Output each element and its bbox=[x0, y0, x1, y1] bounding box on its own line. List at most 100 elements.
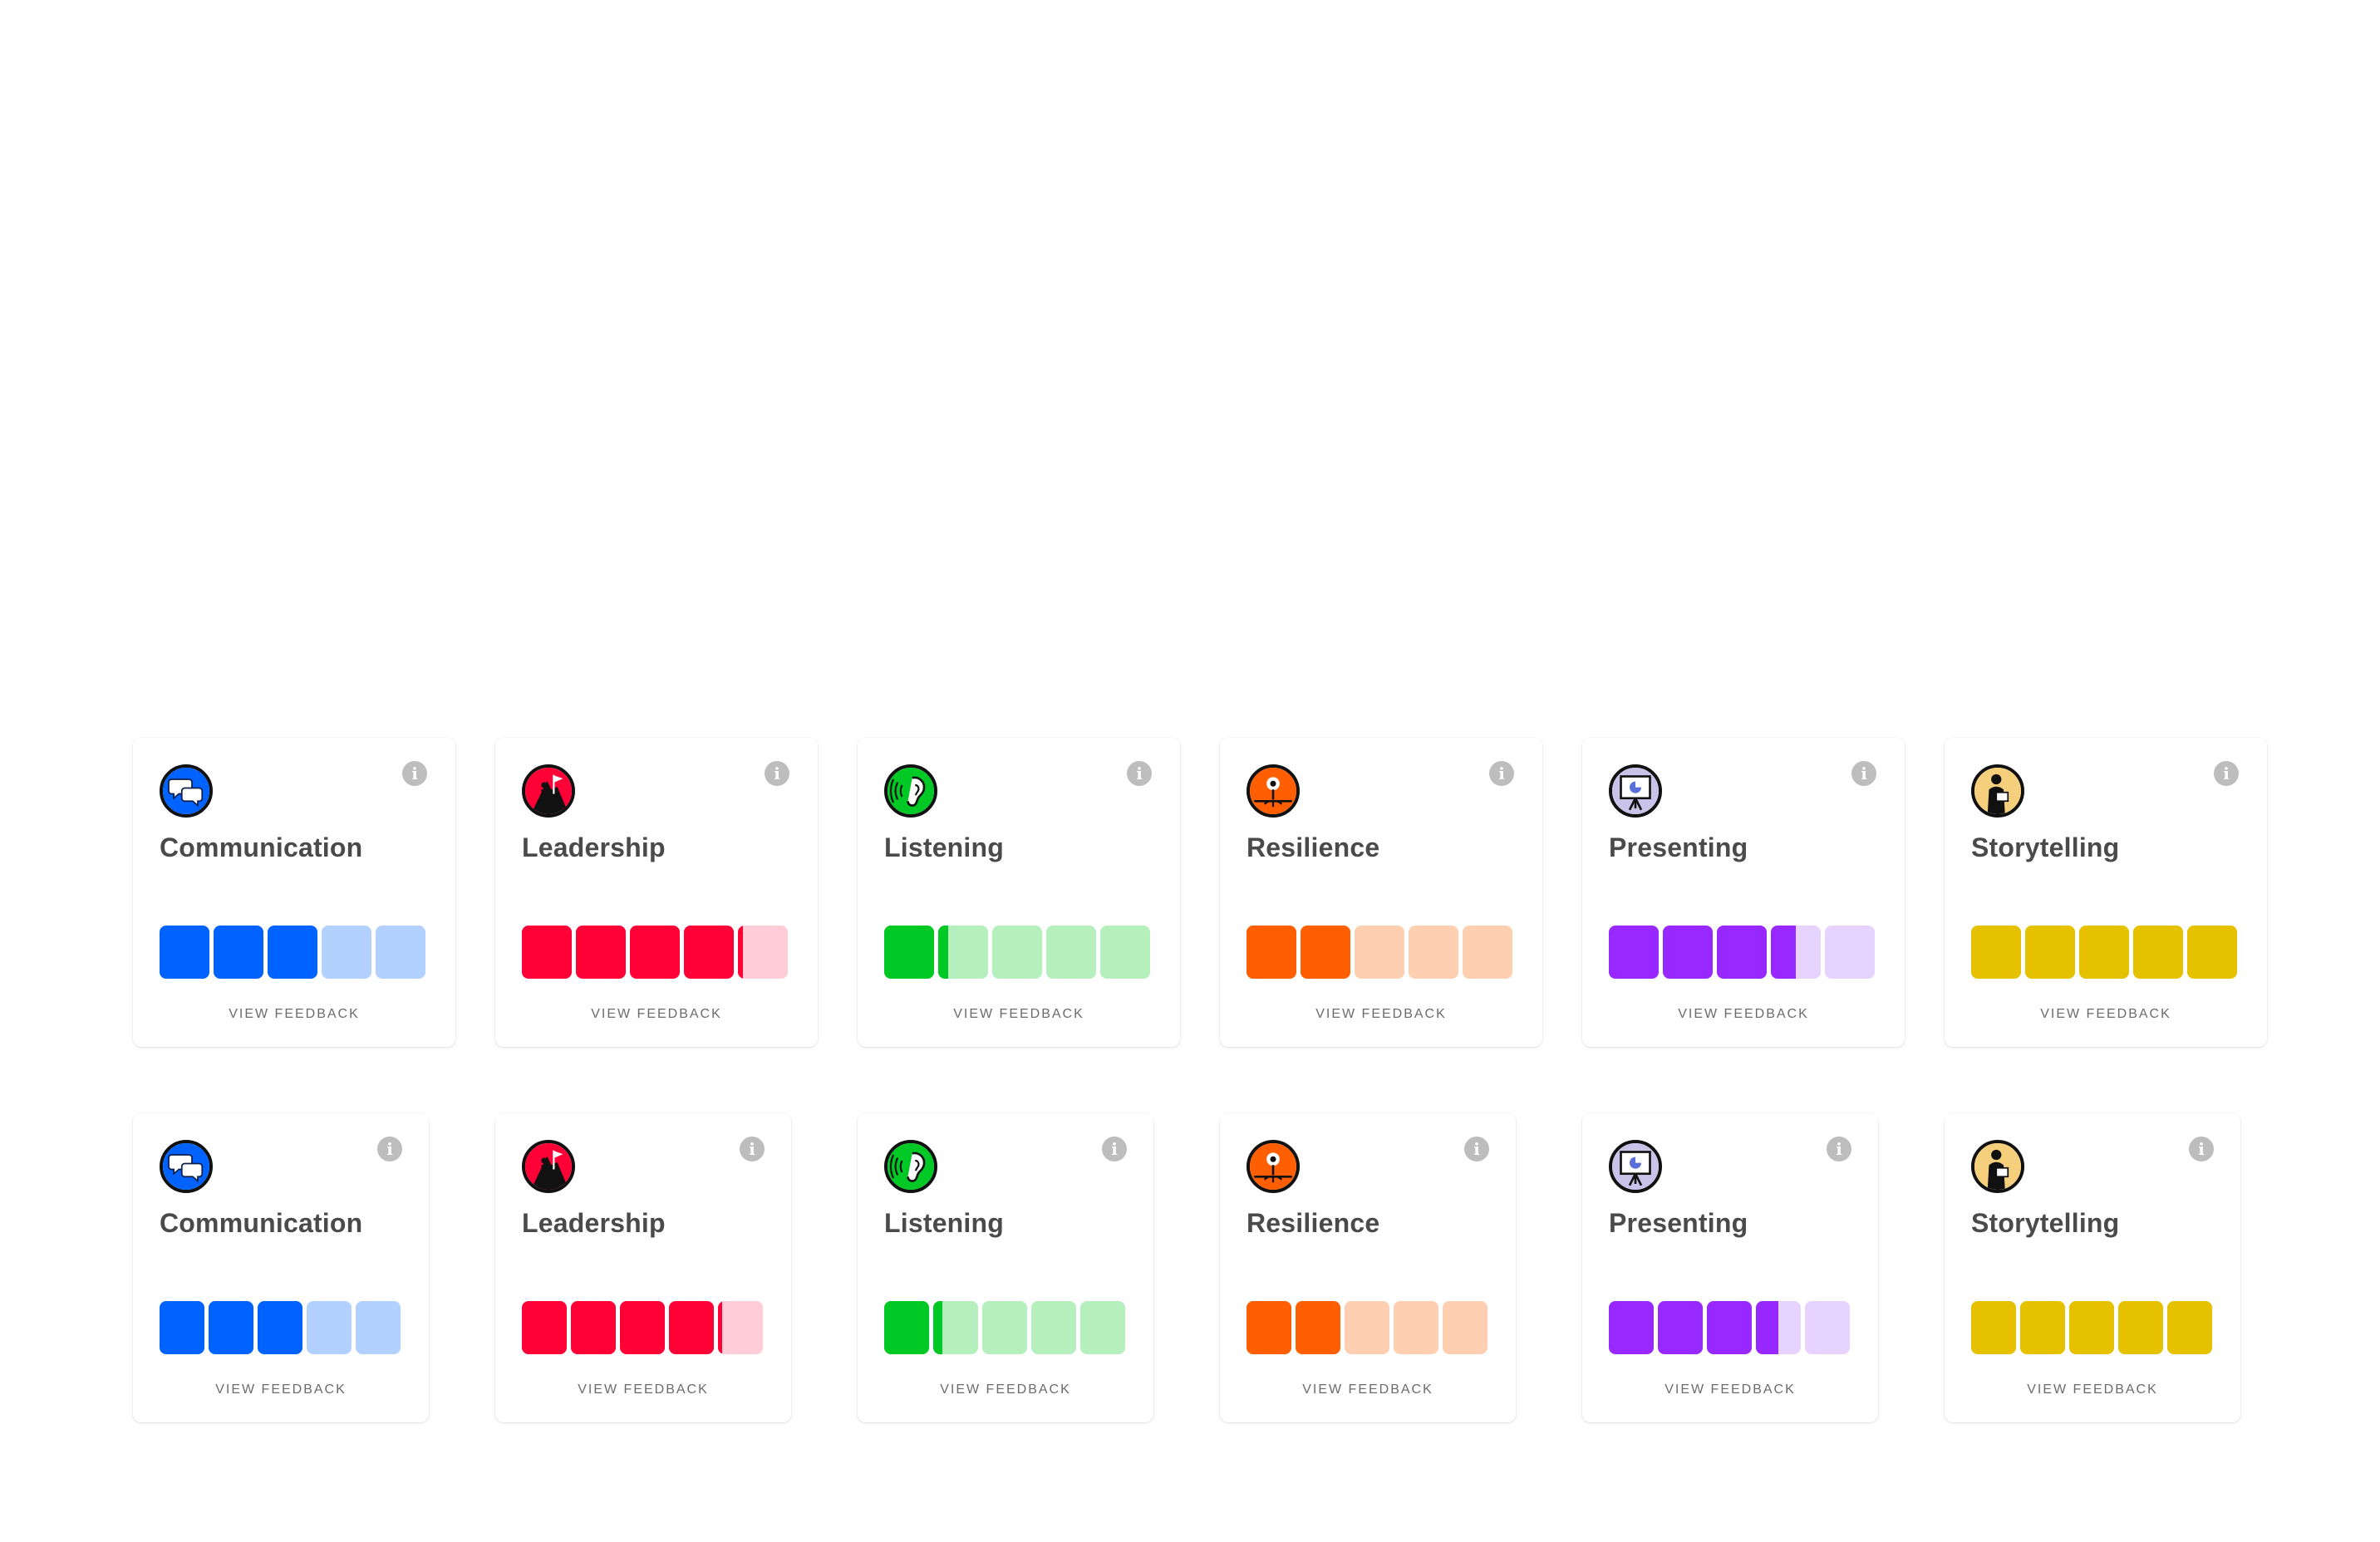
meter-segment-fill bbox=[1771, 926, 1796, 979]
meter-segment bbox=[1247, 926, 1296, 979]
skill-name: Leadership bbox=[522, 1208, 666, 1238]
view-feedback-link[interactable]: VIEW FEEDBACK bbox=[1582, 1007, 1905, 1022]
meter-segment bbox=[738, 926, 788, 979]
skill-level-meter bbox=[522, 1301, 763, 1354]
meter-segment bbox=[1609, 1301, 1654, 1354]
meter-segment bbox=[1301, 926, 1350, 979]
info-icon[interactable]: i bbox=[1827, 1137, 1851, 1161]
meter-segment bbox=[1805, 1301, 1850, 1354]
view-feedback-link[interactable]: VIEW FEEDBACK bbox=[1582, 1382, 1878, 1397]
info-icon[interactable]: i bbox=[377, 1137, 402, 1161]
meter-segment bbox=[884, 926, 934, 979]
view-feedback-link[interactable]: VIEW FEEDBACK bbox=[1220, 1382, 1516, 1397]
info-icon[interactable]: i bbox=[1102, 1137, 1127, 1161]
meter-segment bbox=[522, 926, 572, 979]
view-feedback-link[interactable]: VIEW FEEDBACK bbox=[858, 1007, 1180, 1022]
meter-segment-fill bbox=[933, 1301, 942, 1354]
info-icon[interactable]: i bbox=[1851, 761, 1876, 786]
meter-segment-fill bbox=[1971, 1301, 2016, 1354]
skill-level-meter bbox=[1971, 926, 2237, 979]
skill-level-meter bbox=[884, 926, 1150, 979]
meter-segment bbox=[884, 1301, 929, 1354]
meter-segment bbox=[1443, 1301, 1488, 1354]
sprout-icon bbox=[1247, 764, 1300, 818]
skill-card-storytelling: i Storytelling VIEW FEEDBACK bbox=[1945, 738, 2267, 1047]
skill-card-presenting: i Presenting VIEW FEEDBACK bbox=[1582, 738, 1905, 1047]
skill-card-communication: i Communication VIEW FEEDBACK bbox=[133, 1113, 429, 1422]
view-feedback-link[interactable]: VIEW FEEDBACK bbox=[1945, 1382, 2240, 1397]
meter-segment bbox=[1046, 926, 1096, 979]
meter-segment bbox=[1971, 1301, 2016, 1354]
meter-segment-fill bbox=[1247, 926, 1296, 979]
ear-icon bbox=[884, 1140, 937, 1193]
meter-segment-fill bbox=[1971, 926, 2021, 979]
meter-segment bbox=[571, 1301, 616, 1354]
skill-name: Resilience bbox=[1247, 832, 1380, 862]
info-icon[interactable]: i bbox=[1464, 1137, 1489, 1161]
presentation-board-icon bbox=[1609, 764, 1662, 818]
skill-level-meter bbox=[1609, 926, 1875, 979]
meter-segment bbox=[307, 1301, 352, 1354]
meter-segment-fill bbox=[684, 926, 734, 979]
info-icon[interactable]: i bbox=[2214, 761, 2239, 786]
info-icon[interactable]: i bbox=[765, 761, 789, 786]
meter-segment bbox=[1825, 926, 1875, 979]
info-icon[interactable]: i bbox=[740, 1137, 765, 1161]
meter-segment-fill bbox=[1658, 1301, 1703, 1354]
skill-level-meter bbox=[1247, 1301, 1488, 1354]
meter-segment bbox=[2118, 1301, 2163, 1354]
meter-segment bbox=[268, 926, 317, 979]
view-feedback-link[interactable]: VIEW FEEDBACK bbox=[858, 1382, 1153, 1397]
meter-segment bbox=[2079, 926, 2129, 979]
meter-segment bbox=[2167, 1301, 2212, 1354]
view-feedback-link[interactable]: VIEW FEEDBACK bbox=[133, 1382, 429, 1397]
info-icon[interactable]: i bbox=[402, 761, 427, 786]
meter-segment-fill bbox=[2069, 1301, 2114, 1354]
meter-segment-fill bbox=[1247, 1301, 1291, 1354]
skill-name: Communication bbox=[160, 1208, 363, 1238]
view-feedback-link[interactable]: VIEW FEEDBACK bbox=[1220, 1007, 1542, 1022]
info-icon[interactable]: i bbox=[1489, 761, 1514, 786]
meter-segment bbox=[2025, 926, 2075, 979]
view-feedback-link[interactable]: VIEW FEEDBACK bbox=[495, 1382, 791, 1397]
meter-segment bbox=[376, 926, 425, 979]
skill-name: Communication bbox=[160, 832, 363, 862]
meter-segment bbox=[1394, 1301, 1438, 1354]
meter-segment bbox=[1296, 1301, 1340, 1354]
meter-segment bbox=[1663, 926, 1713, 979]
meter-segment-fill bbox=[1609, 1301, 1654, 1354]
meter-segment bbox=[933, 1301, 978, 1354]
skill-level-meter bbox=[160, 926, 425, 979]
meter-segment-fill bbox=[1756, 1301, 1778, 1354]
view-feedback-link[interactable]: VIEW FEEDBACK bbox=[495, 1007, 818, 1022]
meter-segment-fill bbox=[884, 1301, 929, 1354]
meter-segment-fill bbox=[630, 926, 680, 979]
skill-card-storytelling: i Storytelling VIEW FEEDBACK bbox=[1945, 1113, 2240, 1422]
meter-segment-fill bbox=[718, 1301, 723, 1354]
skill-name: Resilience bbox=[1247, 1208, 1380, 1238]
info-icon[interactable]: i bbox=[1127, 761, 1152, 786]
meter-segment bbox=[684, 926, 734, 979]
view-feedback-link[interactable]: VIEW FEEDBACK bbox=[133, 1007, 455, 1022]
meter-segment-fill bbox=[938, 926, 948, 979]
meter-segment bbox=[938, 926, 988, 979]
meter-segment bbox=[1100, 926, 1150, 979]
meter-segment bbox=[982, 1301, 1027, 1354]
skill-level-meter bbox=[160, 1301, 401, 1354]
meter-segment bbox=[1658, 1301, 1703, 1354]
meter-segment bbox=[356, 1301, 401, 1354]
meter-segment-fill bbox=[1707, 1301, 1752, 1354]
meter-segment-fill bbox=[522, 1301, 567, 1354]
meter-segment-fill bbox=[2025, 926, 2075, 979]
meter-segment bbox=[1409, 926, 1458, 979]
view-feedback-link[interactable]: VIEW FEEDBACK bbox=[1945, 1007, 2267, 1022]
meter-segment-fill bbox=[268, 926, 317, 979]
meter-segment-fill bbox=[2079, 926, 2129, 979]
info-icon[interactable]: i bbox=[2189, 1137, 2214, 1161]
skill-card-listening: i Listening VIEW FEEDBACK bbox=[858, 738, 1180, 1047]
presentation-board-icon bbox=[1609, 1140, 1662, 1193]
skill-card-presenting: i Presenting VIEW FEEDBACK bbox=[1582, 1113, 1878, 1422]
flag-climber-icon bbox=[522, 1140, 575, 1193]
meter-segment bbox=[1463, 926, 1512, 979]
skill-level-meter bbox=[1247, 926, 1512, 979]
